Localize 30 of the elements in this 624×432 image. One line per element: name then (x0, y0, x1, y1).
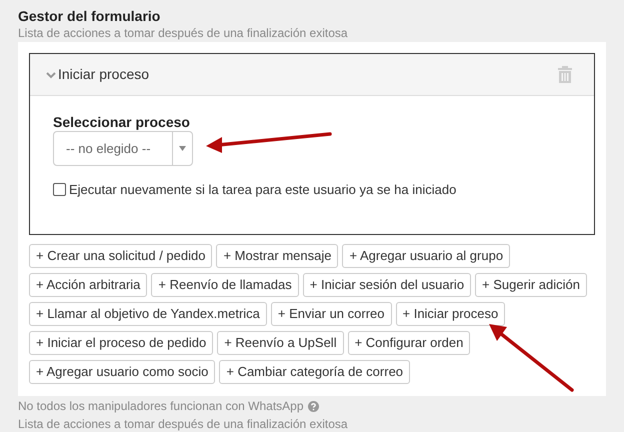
add-action-button[interactable]: + Mostrar mensaje (216, 244, 338, 268)
add-action-button[interactable]: + Sugerir adición (475, 273, 587, 297)
whatsapp-note: No todos los manipuladores funcionan con WhatsApp (18, 398, 304, 415)
checkbox-label: Ejecutar nuevamente si la tarea para este usuario ya se ha iniciado (69, 181, 456, 199)
add-action-button[interactable]: + Crear una solicitud / pedido (29, 244, 212, 268)
card-header[interactable]: Iniciar proceso (30, 54, 594, 96)
add-action-button[interactable]: + Configurar orden (348, 331, 470, 355)
add-action-button[interactable]: + Enviar un correo (270, 302, 392, 326)
footer-subtitle: Lista de acciones a tomar después de una finalización exitosa (18, 416, 349, 432)
add-action-button[interactable]: + Iniciar sesión del usuario (302, 273, 472, 297)
add-action-button[interactable]: + Reenvío a UpSell (217, 331, 344, 355)
add-action-button[interactable]: + Iniciar proceso (396, 302, 506, 326)
select-value: -- no elegido -- (65, 140, 152, 158)
add-action-button[interactable]: + Iniciar el proceso de pedido (29, 331, 214, 355)
card-title: Iniciar proceso (58, 65, 150, 84)
add-action-button[interactable]: + Cambiar categoría de correo (219, 360, 410, 384)
add-action-button[interactable]: + Agregar usuario como socio (29, 360, 216, 384)
caret-icon (179, 146, 186, 151)
section-title: Gestor del formulario (18, 7, 162, 25)
chevron-icon (46, 70, 56, 78)
add-action-button[interactable]: + Llamar al objetivo de Yandex.metrica (29, 302, 267, 326)
section-subtitle: Lista de acciones a tomar después de una finalización exitosa (18, 25, 349, 41)
process-select[interactable]: -- no elegido -- (53, 131, 193, 166)
help-icon[interactable] (308, 400, 319, 412)
add-action-button[interactable]: + Reenvío de llamadas (151, 273, 299, 297)
trash-icon[interactable] (558, 66, 572, 83)
add-action-button[interactable]: + Agregar usuario al grupo (342, 244, 510, 268)
field-label: Seleccionar proceso (53, 114, 191, 130)
checkbox[interactable] (53, 183, 66, 196)
add-action-button[interactable]: + Acción arbitraria (29, 273, 148, 297)
